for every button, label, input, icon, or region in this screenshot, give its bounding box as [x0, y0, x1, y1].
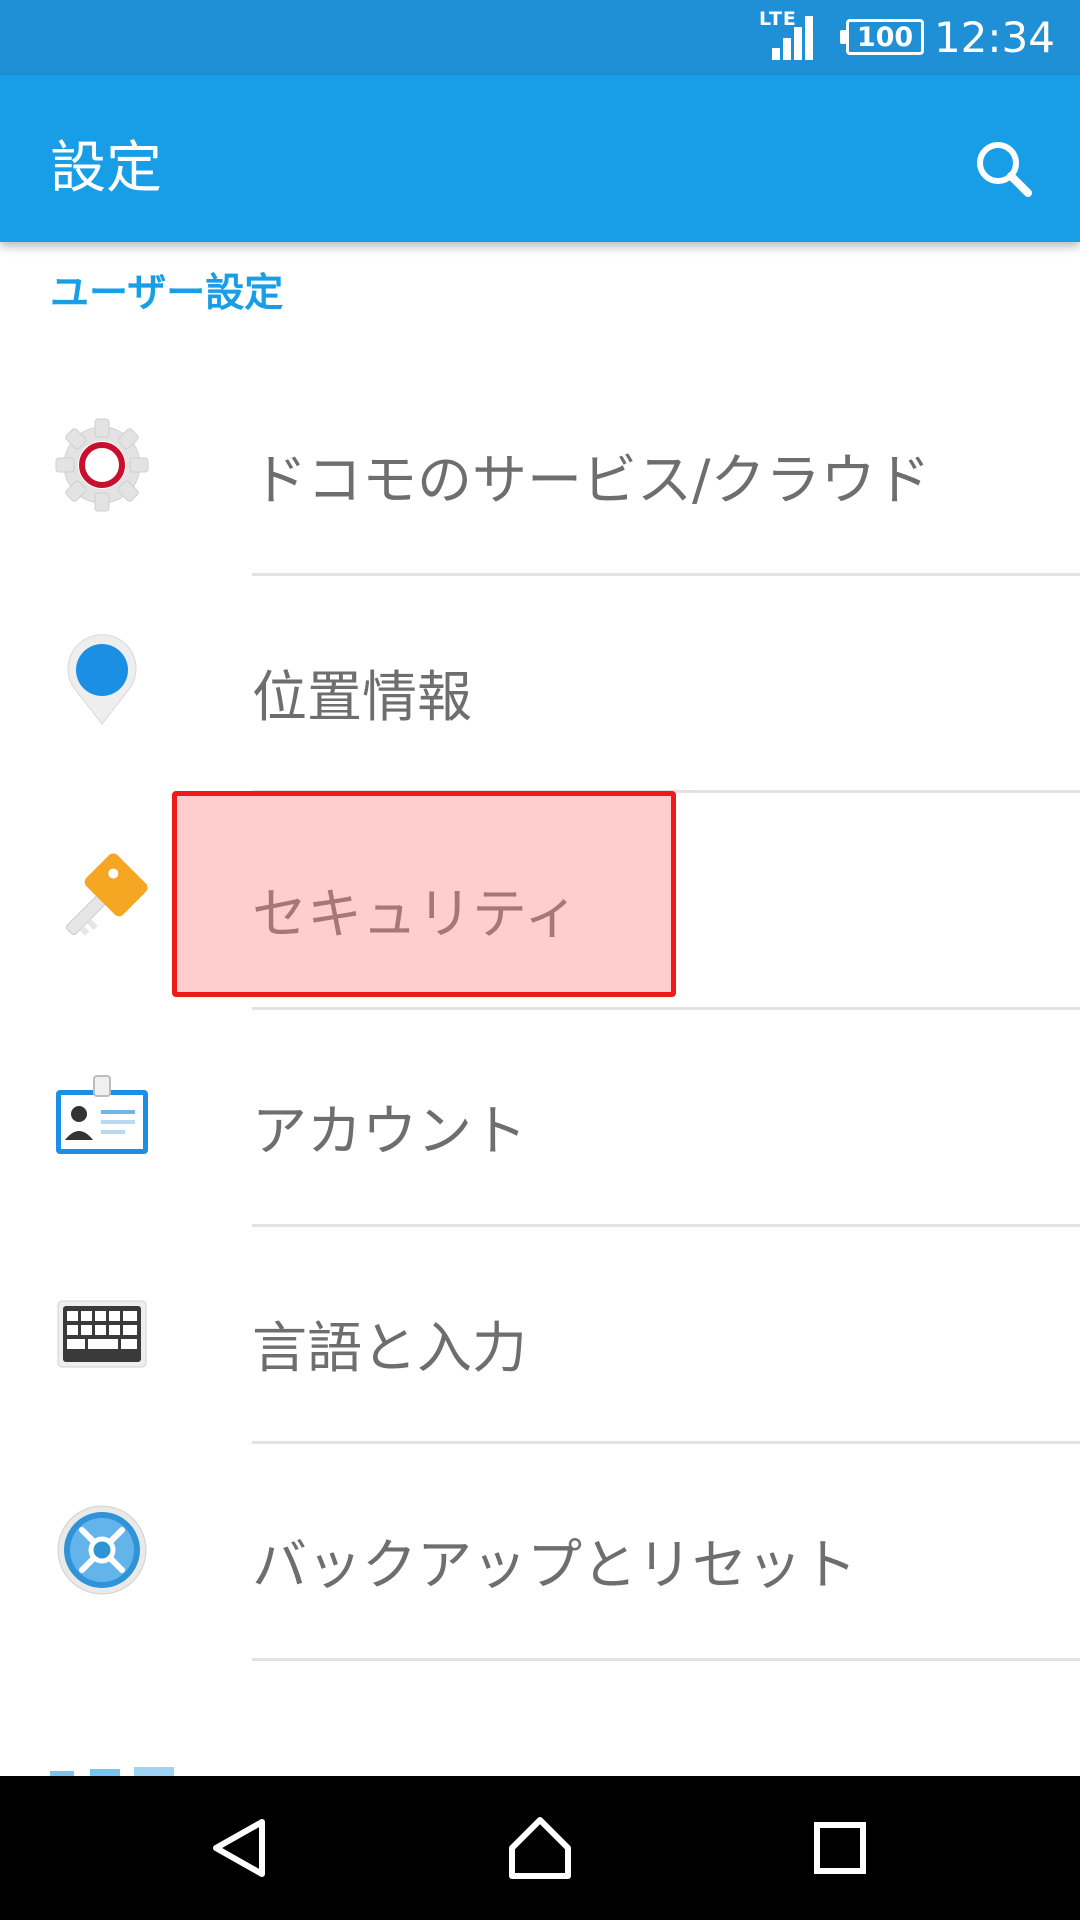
settings-item-language-input[interactable]: 言語と入力 — [0, 1227, 1080, 1444]
docomo-gear-icon — [55, 418, 149, 512]
battery-level: 100 — [846, 19, 924, 55]
back-button[interactable] — [200, 1808, 280, 1888]
recents-square-icon — [814, 1822, 866, 1874]
app-bar: 設定 — [0, 75, 1080, 242]
status-bar: LTE 100 12:34 — [0, 0, 1080, 75]
home-button[interactable] — [500, 1808, 580, 1888]
status-clock: 12:34 — [933, 13, 1055, 62]
id-card-icon — [56, 1075, 148, 1154]
search-icon — [977, 142, 1032, 197]
back-triangle-icon — [213, 1819, 265, 1877]
search-button[interactable] — [960, 125, 1050, 215]
settings-item-account[interactable]: アカウント — [0, 1010, 1080, 1227]
recents-button[interactable] — [800, 1808, 880, 1888]
settings-item-label: 言語と入力 — [252, 1316, 528, 1380]
backup-reset-icon — [57, 1505, 147, 1595]
key-icon — [65, 853, 148, 936]
settings-item-label: アカウント — [252, 1099, 528, 1163]
divider — [252, 1658, 1080, 1661]
section-header-peek — [50, 1762, 210, 1777]
settings-item-label: 位置情報 — [252, 665, 473, 729]
settings-item-backup-reset[interactable]: バックアップとリセット — [0, 1444, 1080, 1661]
signal-strength-icon — [772, 16, 813, 60]
home-icon — [509, 1817, 571, 1879]
location-pin-icon — [67, 634, 137, 725]
settings-item-label: ドコモのサービス/クラウド — [252, 448, 931, 512]
navigation-bar — [0, 1776, 1080, 1920]
settings-item-location[interactable]: 位置情報 — [0, 576, 1080, 793]
keyboard-icon — [57, 1300, 147, 1368]
settings-item-docomo-services[interactable]: ドコモのサービス/クラウド — [0, 359, 1080, 576]
page-title: 設定 — [50, 136, 162, 201]
section-header-user-settings: ユーザー設定 — [50, 271, 284, 316]
highlight-box-security — [172, 791, 676, 997]
settings-item-label: バックアップとリセット — [252, 1533, 858, 1597]
